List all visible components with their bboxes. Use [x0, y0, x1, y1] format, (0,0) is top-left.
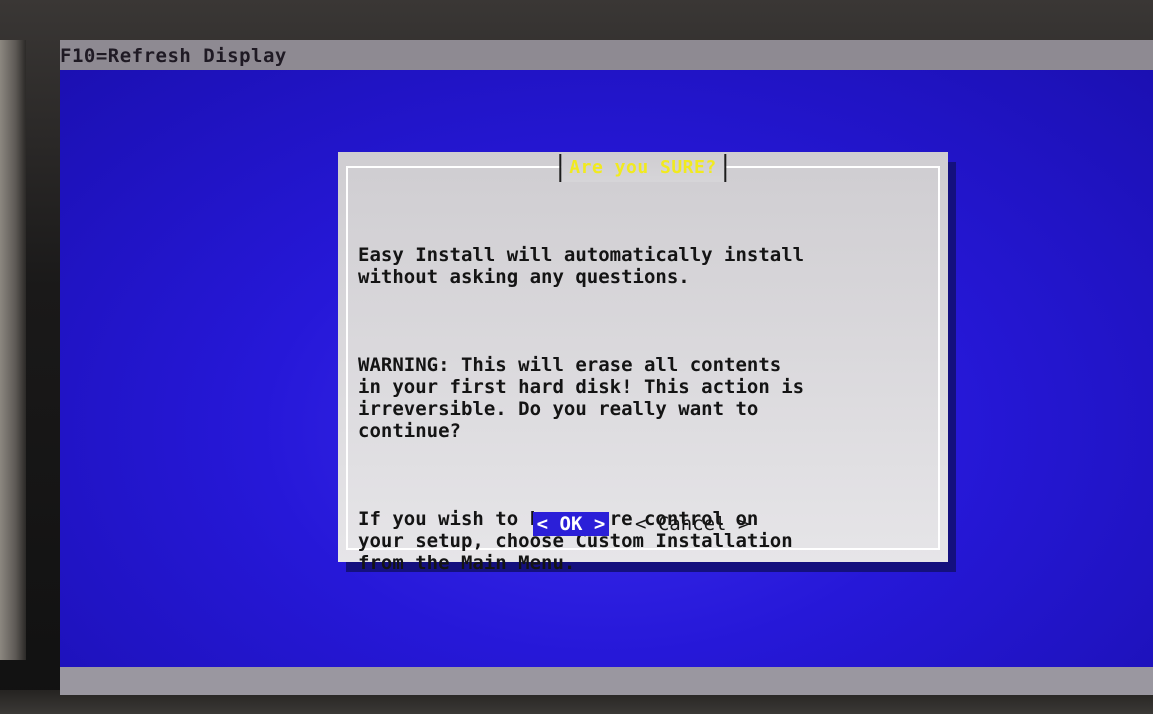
- refresh-display-hint: F10=Refresh Display: [60, 45, 287, 67]
- ok-button[interactable]: < OK >: [532, 512, 610, 536]
- bottom-status-bar: [60, 667, 1153, 695]
- top-status-bar: F10=Refresh Display: [60, 40, 1153, 70]
- dialog-title-box: Are you SURE?: [559, 154, 727, 182]
- cancel-button[interactable]: < Cancel >: [631, 512, 753, 536]
- dialog-body: Easy Install will automatically install …: [358, 200, 938, 640]
- installer-screen: F10=Refresh Display Are you SURE? Easy I…: [60, 40, 1153, 695]
- monitor-left-edge: [0, 40, 26, 660]
- dialog-paragraph-intro: Easy Install will automatically install …: [358, 244, 805, 288]
- dialog-paragraph-warning: WARNING: This will erase all contents in…: [358, 354, 805, 442]
- confirm-dialog: Are you SURE? Easy Install will automati…: [338, 152, 948, 574]
- dialog-title: Are you SURE?: [569, 157, 717, 178]
- dialog-button-row: < OK > < Cancel >: [338, 512, 948, 536]
